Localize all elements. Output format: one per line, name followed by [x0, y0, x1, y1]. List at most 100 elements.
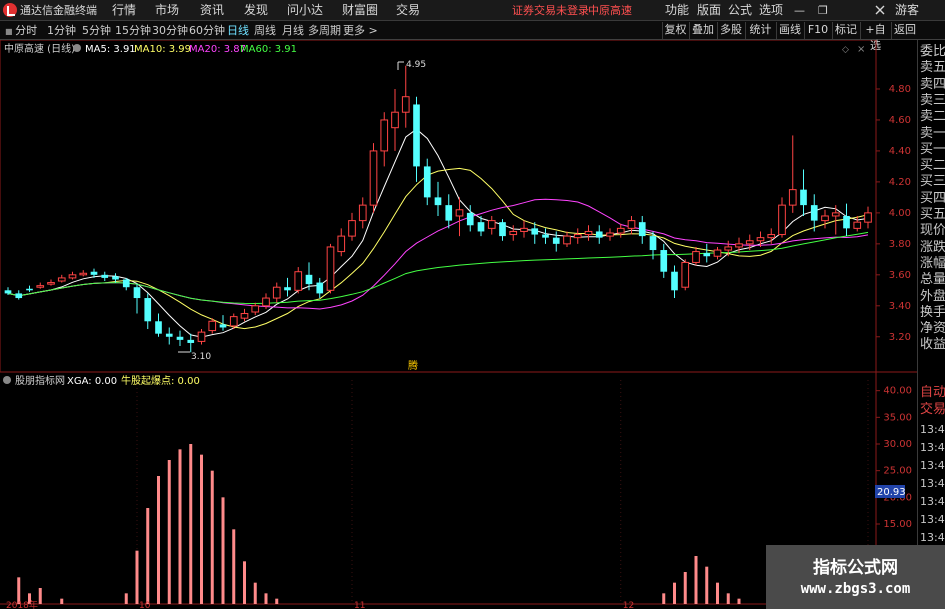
candle-body-up	[262, 297, 270, 307]
candle-body-down	[445, 205, 453, 221]
indicator-bar	[167, 460, 171, 604]
user-label[interactable]: 游客	[895, 0, 919, 21]
menu-news[interactable]: 资讯	[200, 0, 224, 21]
button-multi-stock[interactable]: 多股	[717, 22, 744, 39]
restore-icon[interactable]: ❐	[818, 0, 828, 21]
menu-discover[interactable]: 发现	[244, 0, 268, 21]
watermark-title: 指标公式网	[813, 558, 898, 578]
period-tab-weekly[interactable]: 周线	[254, 21, 276, 40]
button-adjust[interactable]: 复权	[662, 22, 688, 39]
indicator-bar	[253, 582, 257, 604]
signal-label: 牛股起爆点: 0.00	[121, 374, 200, 387]
period-tab-daily[interactable]: 日线	[227, 21, 249, 40]
menu-trade[interactable]: 交易	[396, 0, 420, 21]
indicator-tick-label: 25.00	[883, 466, 912, 477]
pane-expand-icon[interactable]: ◇	[842, 45, 849, 55]
side-field-label: 卖五	[920, 60, 945, 76]
legend-toggle-icon[interactable]	[73, 44, 81, 52]
tick-time: 13:43	[920, 477, 945, 490]
period-tab-30min[interactable]: 30分钟	[152, 21, 188, 40]
button-f10[interactable]: F10	[804, 22, 831, 39]
candles	[4, 65, 872, 353]
button-back[interactable]: 返回	[891, 22, 918, 39]
side-field-label: 卖四	[920, 76, 945, 92]
candle-body-up	[47, 282, 55, 285]
candle-body-down	[4, 290, 12, 294]
ma20-label: MA20: 3.87	[189, 44, 246, 55]
candle-body-up	[745, 240, 754, 245]
auto-trade-label[interactable]: 交易	[920, 402, 945, 418]
period-tab-1min[interactable]: 1分钟	[47, 21, 76, 40]
side-field-label: 买五	[920, 207, 945, 222]
period-tab-5min[interactable]: 5分钟	[82, 21, 111, 40]
button-draw[interactable]: 画线	[776, 22, 803, 39]
menu-options[interactable]: 选项	[759, 0, 783, 21]
pane-close-icon[interactable]: ×	[857, 44, 865, 55]
candle-body-down	[316, 282, 324, 294]
period-tab-intraday[interactable]: ■ 分时	[5, 21, 37, 40]
candle-body-down	[703, 253, 711, 257]
period-tab-60min[interactable]: 60分钟	[189, 21, 225, 40]
price-tick-label: 4.60	[889, 115, 911, 126]
current-value: 20.93	[877, 487, 906, 498]
xga-label: XGA: 0.00	[67, 376, 117, 387]
menu-formula[interactable]: 公式	[728, 0, 752, 21]
candle-body-up	[735, 243, 743, 248]
date-tick-label: 2018年	[6, 599, 38, 609]
tick-time: 13:43	[920, 441, 945, 454]
candle-body-up	[358, 204, 367, 222]
menu-quotes[interactable]: 行情	[112, 0, 136, 21]
candle-body-down	[810, 205, 818, 221]
sub-legend-toggle-icon[interactable]	[3, 376, 11, 384]
period-tab-multi[interactable]: 多周期	[308, 21, 341, 40]
price-tick-label: 3.40	[889, 301, 911, 312]
indicator-bar	[694, 556, 698, 604]
indicator-bar	[673, 582, 676, 604]
button-mark[interactable]: 标记	[832, 22, 859, 39]
menu-function[interactable]: 功能	[665, 0, 689, 21]
button-add-favorite[interactable]: +自选	[860, 22, 890, 52]
candle-body-up	[391, 111, 399, 129]
candle-body-up	[455, 209, 464, 217]
indicator-bar	[178, 449, 182, 604]
minimize-icon[interactable]: —	[794, 0, 805, 21]
candle-body-up	[326, 246, 335, 291]
candle-body-down	[15, 293, 23, 299]
kline-chart[interactable]: 4.80 4.60 4.40 4.20 4.00 3.80 3.60 3.40 3.20 40.…	[0, 40, 917, 609]
menu-assistant[interactable]: 问小达	[287, 0, 323, 21]
candle-body-up	[692, 251, 700, 263]
side-field-label: 涨跌	[920, 239, 945, 255]
close-icon[interactable]	[873, 3, 887, 17]
candle-body-down	[466, 212, 474, 226]
menu-layout[interactable]: 版面	[697, 0, 721, 21]
candle-body-up	[251, 305, 260, 313]
menubar: 通达信金融终端 行情 市场 资讯 发现 问小达 财富圈 交易 证券交易未登录 中…	[0, 0, 945, 21]
login-status[interactable]: 证券交易未登录	[512, 0, 589, 21]
indicator-bar	[60, 598, 64, 604]
menu-wealth[interactable]: 财富圈	[342, 0, 378, 21]
candle-body-up	[756, 237, 765, 242]
menu-market[interactable]: 市场	[155, 0, 179, 21]
candle-body-up	[584, 230, 593, 236]
button-statistics[interactable]: 统计	[745, 22, 775, 39]
button-overlay[interactable]: 叠加	[689, 22, 716, 39]
side-field-label: 外盘	[920, 288, 945, 304]
side-field-label: 委比	[920, 44, 945, 59]
price-tick-label: 4.40	[889, 146, 911, 157]
indicator-name: 股朋指标网	[15, 374, 65, 387]
event-marker[interactable]: 腾	[408, 359, 418, 372]
indicator-bar	[146, 508, 150, 604]
period-tab-monthly[interactable]: 月线	[282, 21, 304, 40]
period-tab-more[interactable]: 更多 >	[343, 21, 378, 40]
candle-body-up	[337, 235, 346, 253]
period-tab-15min[interactable]: 15分钟	[115, 21, 151, 40]
side-field-label: 买一	[920, 141, 945, 157]
indicator-tick-label: 35.00	[883, 412, 912, 423]
auto-trade-label[interactable]: 自动	[920, 385, 945, 401]
candle-body-up	[348, 220, 356, 237]
indicator-bar	[124, 593, 128, 604]
candle-body-up	[724, 246, 733, 251]
candle-body-down	[595, 231, 603, 238]
candle-body-up	[853, 221, 862, 229]
price-tick-label: 3.60	[889, 270, 911, 281]
